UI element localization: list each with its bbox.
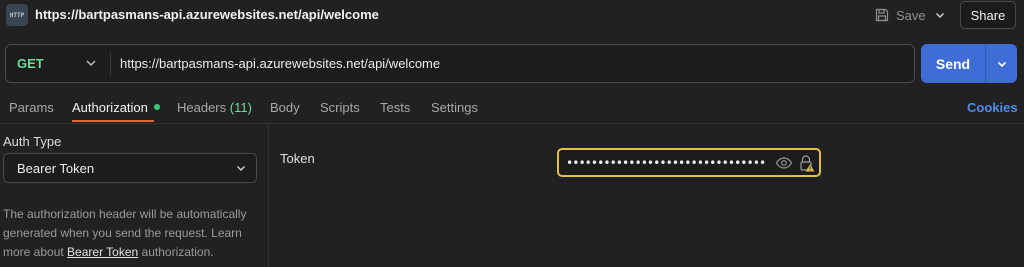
chevron-down-icon [935,12,945,19]
bearer-token-link[interactable]: Bearer Token [67,245,138,259]
tabs-divider [0,123,1024,124]
method-label: GET [17,56,44,71]
tab-body[interactable]: Body [270,100,300,115]
auth-type-select[interactable]: Bearer Token [3,153,257,183]
share-button[interactable]: Share [960,1,1016,29]
headers-count: (11) [229,100,252,115]
lock-warning-icon[interactable] [799,154,815,172]
send-button-group: Send [921,44,1017,83]
chevron-down-icon [997,61,1006,67]
auth-type-label: Auth Type [3,134,62,149]
send-button[interactable]: Send [921,44,985,83]
cookies-link[interactable]: Cookies [967,100,1018,115]
auth-help-suffix: authorization. [138,245,214,259]
token-input[interactable] [566,153,766,173]
tab-headers-label: Headers [177,100,227,115]
url-input[interactable] [120,45,900,82]
tab-authorization-label: Authorization [72,100,148,115]
chevron-down-icon [86,60,96,67]
top-bar: HTTP https://bartpasmans-api.azurewebsit… [0,0,1024,32]
chevron-down-icon [237,166,245,171]
tab-settings[interactable]: Settings [431,100,478,115]
url-divider [110,52,111,76]
save-button[interactable]: Save [874,3,926,27]
auth-type-value: Bearer Token [17,160,95,176]
auth-help-text: The authorization header will be automat… [3,205,265,262]
method-select[interactable]: GET [6,45,110,82]
tab-tests[interactable]: Tests [380,100,410,115]
tab-params[interactable]: Params [9,100,54,115]
request-title[interactable]: https://bartpasmans-api.azurewebsites.ne… [35,7,379,22]
tab-scripts[interactable]: Scripts [320,100,360,115]
send-options-button[interactable] [986,44,1017,83]
panel-divider [268,124,269,267]
eye-icon[interactable] [775,155,793,171]
url-bar: GET [5,44,915,83]
auth-status-dot [153,104,160,110]
save-icon [875,8,889,22]
http-request-icon: HTTP [6,4,28,26]
save-label: Save [896,7,926,23]
active-tab-indicator [72,120,154,122]
save-options-button[interactable] [930,5,950,25]
tab-authorization[interactable]: Authorization [72,100,160,115]
tab-headers[interactable]: Headers (11) [177,100,252,115]
token-label: Token [280,151,315,166]
request-tabs: Params Authorization Headers (11) Body S… [0,96,1024,122]
token-field [557,148,821,177]
